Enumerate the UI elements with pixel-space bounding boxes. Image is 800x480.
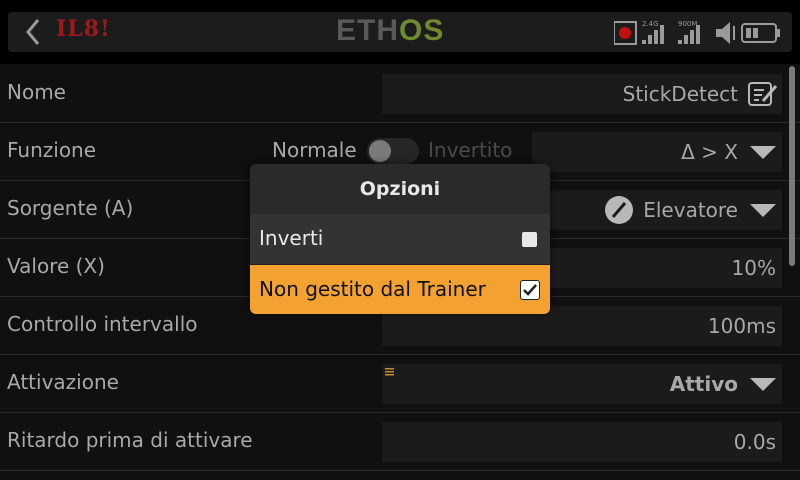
activation-dropdown[interactable]: Attivo xyxy=(382,364,782,404)
function-dropdown[interactable]: Δ > X xyxy=(532,132,782,172)
chevron-left-icon xyxy=(26,19,40,45)
delay-field[interactable]: 0.0s xyxy=(382,422,782,462)
dialog-title: Opzioni xyxy=(250,164,550,214)
top-bar: IL8! ETHOS 2.4G 900M xyxy=(0,0,800,64)
back-button[interactable] xyxy=(18,14,50,50)
row-label: Sorgente (A) xyxy=(7,196,134,220)
checkbox-checked-icon[interactable] xyxy=(520,280,540,300)
row-delay: Ritardo prima di attivare 0.0s xyxy=(0,412,800,471)
stick-icon xyxy=(605,196,633,224)
invert-toggle[interactable] xyxy=(367,138,419,164)
scrollbar[interactable] xyxy=(789,66,795,266)
battery-icon xyxy=(741,23,780,43)
row-label: Controllo intervallo xyxy=(7,312,198,336)
chevron-down-icon xyxy=(750,146,776,159)
inverted-label: Invertito xyxy=(428,138,513,162)
checkbox-unchecked-icon[interactable] xyxy=(522,232,537,247)
option-label: Non gestito dal Trainer xyxy=(259,277,486,301)
option-invert[interactable]: Inverti xyxy=(250,214,550,264)
band-label: 2.4G xyxy=(642,20,659,28)
status-icons: 2.4G 900M xyxy=(613,18,784,48)
menu-icon xyxy=(385,368,394,376)
volume-icon xyxy=(716,22,735,44)
delay-value: 0.0s xyxy=(733,430,776,454)
signal-900m-icon: 900M xyxy=(678,20,700,44)
row-name: Nome StickDetect xyxy=(0,64,800,123)
name-value: StickDetect xyxy=(622,82,738,106)
row-label: Valore (X) xyxy=(7,254,105,278)
option-label: Inverti xyxy=(259,226,324,250)
source-value: Elevatore xyxy=(643,198,738,222)
chevron-down-icon xyxy=(750,204,776,217)
toggle-knob xyxy=(369,140,391,162)
model-name: IL8! xyxy=(56,16,111,42)
normal-label: Normale xyxy=(272,138,357,162)
row-label: Ritardo prima di attivare xyxy=(7,428,253,452)
option-not-trainer[interactable]: Non gestito dal Trainer xyxy=(250,265,550,314)
interval-value: 100ms xyxy=(707,314,776,338)
checkmark-icon xyxy=(523,284,537,296)
record-icon xyxy=(613,21,637,45)
signal-2g4-icon: 2.4G xyxy=(642,20,664,44)
row-activation: Attivazione Attivo xyxy=(0,354,800,413)
module-label: 900M xyxy=(678,20,697,28)
function-value: Δ > X xyxy=(681,140,738,164)
chevron-down-icon xyxy=(750,378,776,391)
ethos-logo: ETHOS xyxy=(336,14,445,47)
activation-value: Attivo xyxy=(669,372,738,396)
value-value: 10% xyxy=(731,256,776,280)
options-dialog: Opzioni Inverti Non gestito dal Trainer xyxy=(250,164,550,314)
row-label: Attivazione xyxy=(7,370,119,394)
row-label: Funzione xyxy=(7,138,97,162)
name-field[interactable]: StickDetect xyxy=(382,74,782,114)
edit-icon[interactable] xyxy=(746,80,778,108)
row-label: Nome xyxy=(7,80,66,104)
